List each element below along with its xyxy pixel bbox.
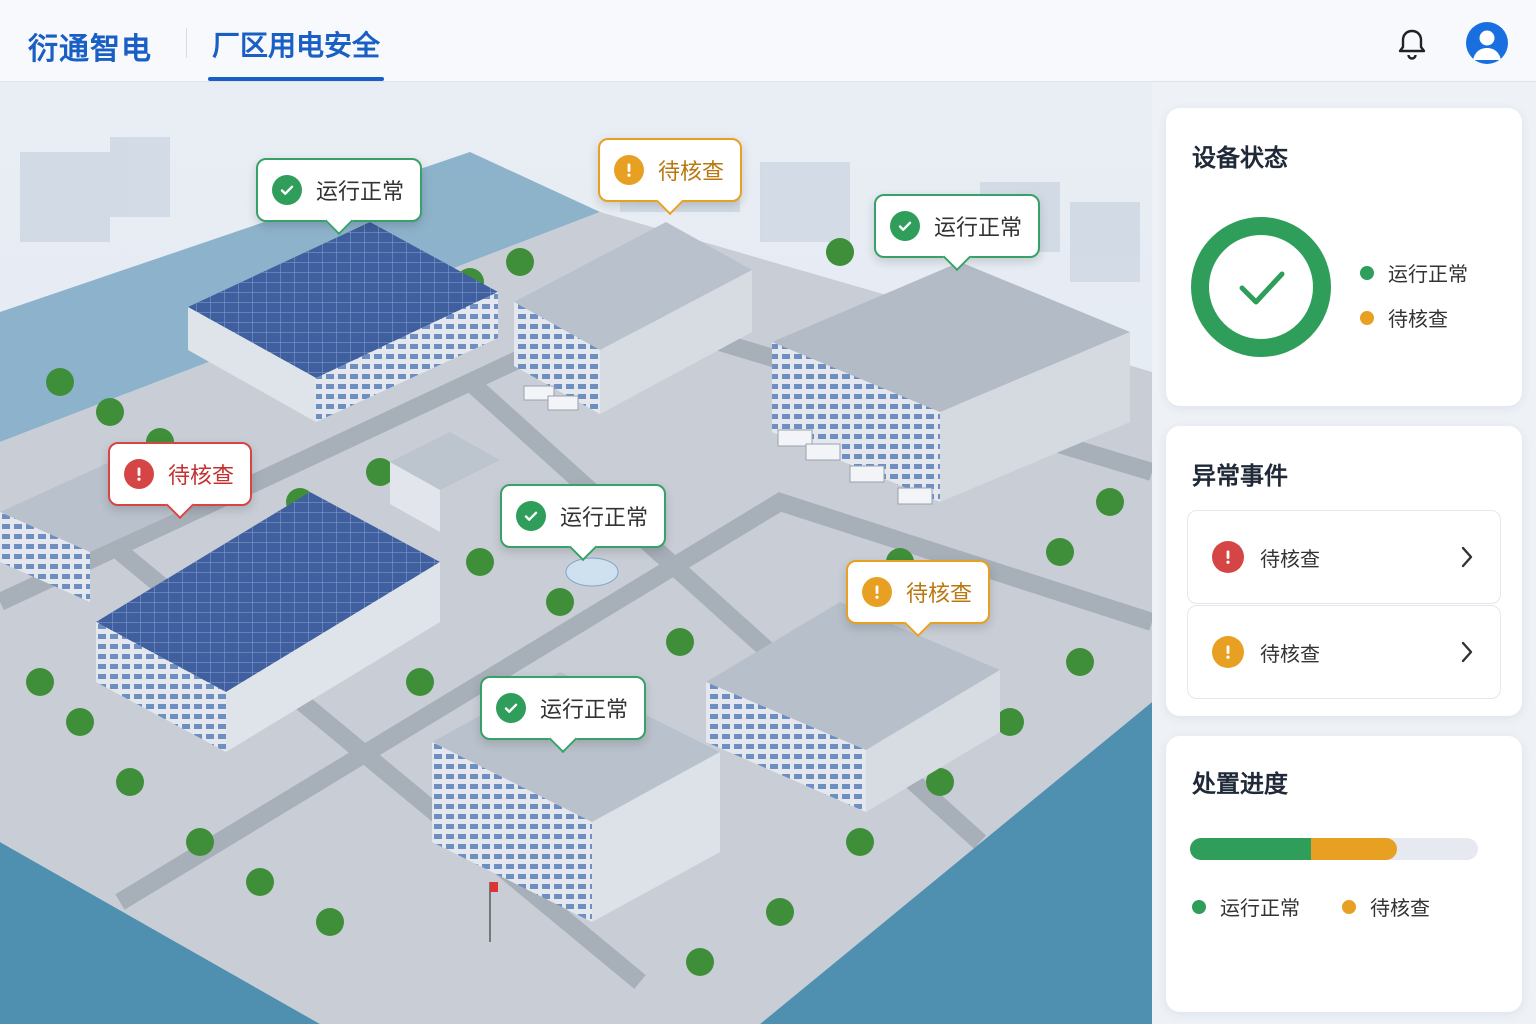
check-circle-icon [890, 211, 920, 241]
tab-plant-electrical-safety[interactable]: 厂区用电安全 [208, 24, 384, 82]
exclamation-circle-icon [1212, 541, 1244, 573]
callout-label: 运行正常 [560, 506, 649, 531]
progress-segment-normal [1190, 838, 1311, 860]
exclamation-circle-icon [1212, 636, 1244, 668]
progress-segment-pending [1310, 838, 1398, 860]
orange-dot-icon [1360, 310, 1374, 325]
check-ring-icon [1191, 217, 1331, 357]
green-dot-icon [1192, 899, 1206, 914]
legend-label: 待核查 [1370, 896, 1430, 920]
map-callout-building-f[interactable]: 待核查 [846, 560, 991, 624]
callout-label: 运行正常 [934, 216, 1023, 241]
bell-icon[interactable] [1394, 26, 1430, 62]
check-circle-icon [516, 501, 546, 531]
legend-normal: 运行正常 [1360, 258, 1468, 287]
legend-label: 待核查 [1388, 307, 1448, 331]
legend-pending: 待核查 [1360, 303, 1448, 332]
legend-normal: 运行正常 [1192, 892, 1300, 921]
orange-dot-icon [1342, 899, 1356, 914]
legend-label: 运行正常 [1220, 896, 1300, 920]
chevron-right-icon [1461, 546, 1473, 568]
callout-label: 待核查 [658, 160, 725, 185]
event-label: 待核查 [1260, 546, 1320, 571]
active-tab-indicator [208, 77, 384, 81]
exclamation-circle-icon [614, 155, 644, 185]
event-label: 待核查 [1260, 641, 1320, 666]
panel-title: 处置进度 [1192, 770, 1288, 798]
check-circle-icon [496, 693, 526, 723]
panel-title: 设备状态 [1192, 144, 1288, 172]
brand-logo-text[interactable]: 衍通智电 [28, 24, 152, 68]
map-callout-building-g[interactable]: 运行正常 [480, 676, 647, 740]
legend-label: 运行正常 [1388, 262, 1468, 286]
legend-pending: 待核查 [1342, 892, 1430, 921]
map-callout-building-c[interactable]: 运行正常 [874, 194, 1041, 258]
check-circle-icon [272, 175, 302, 205]
plant-aerial-map[interactable]: 运行正常 待核查 运行正常 待核查 运行正常 待核查 运行正常 [0, 82, 1152, 1024]
device-status-panel: 设备状态 运行正常 待核查 [1166, 108, 1522, 406]
anomaly-event-item[interactable]: 待核查 [1187, 605, 1501, 699]
anomaly-events-panel: 异常事件 待核查 待核查 [1166, 426, 1522, 716]
callout-label: 运行正常 [540, 698, 629, 723]
handling-progress-panel: 处置进度 运行正常 待核查 [1166, 736, 1522, 1012]
anomaly-event-item[interactable]: 待核查 [1187, 510, 1501, 604]
callout-label: 运行正常 [316, 180, 405, 205]
panel-title: 异常事件 [1192, 462, 1288, 490]
callout-label: 待核查 [906, 582, 973, 607]
top-header: 衍通智电 厂区用电安全 [0, 0, 1536, 82]
user-avatar-icon[interactable] [1466, 22, 1508, 64]
map-callout-center-plant[interactable]: 运行正常 [500, 484, 667, 548]
exclamation-circle-icon [124, 459, 154, 489]
map-callout-building-b[interactable]: 待核查 [598, 138, 743, 202]
header-divider [186, 28, 187, 58]
chevron-right-icon [1461, 641, 1473, 663]
green-dot-icon [1360, 265, 1374, 280]
exclamation-circle-icon [862, 577, 892, 607]
callout-label: 待核查 [168, 464, 235, 489]
map-callout-building-d[interactable]: 待核查 [108, 442, 253, 506]
progress-bar [1190, 838, 1478, 860]
map-callout-building-a[interactable]: 运行正常 [256, 158, 423, 222]
